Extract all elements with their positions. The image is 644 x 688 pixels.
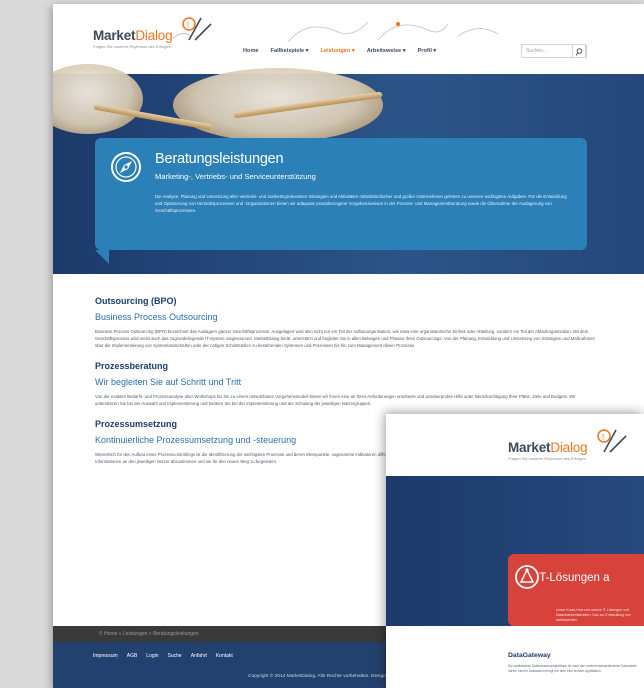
logo-tagline: Fragen Sie unseren Rhythmus des Erfolges… <box>93 44 172 49</box>
overlay-logo-text-part2: Dialog <box>550 440 588 455</box>
services-callout: Beratungsleistungen Marketing-, Vertrieb… <box>95 138 587 264</box>
overlay-header: MarketDialog Fragen Sie unseren Rhythmus… <box>386 414 644 476</box>
main-navigation: Home Fallbeispiele ▾ Leistungen ▾ Arbeit… <box>243 48 436 54</box>
section-text-prozessberatung: Von der exakten Bedarfs- und Prozessanal… <box>95 394 576 406</box>
nav-item-leistungen[interactable]: Leistungen ▾ <box>321 48 355 54</box>
overlay-section-text: Die webbasierte Datenaustauschplattform … <box>508 664 637 673</box>
section-heading-outsourcing: Outsourcing (BPO) <box>95 296 177 306</box>
site-header: MarketDialog Fragen Sie unseren Rhythmus… <box>53 4 644 74</box>
footer-link-kontakt[interactable]: Kontakt <box>216 653 233 659</box>
page-title: Beratungsleistungen <box>155 151 284 167</box>
svg-text:!: ! <box>602 433 604 442</box>
nav-item-fallbeispiele[interactable]: Fallbeispiele ▾ <box>271 48 309 54</box>
section-text-outsourcing: Business Process Outsourcing (BPO) bezei… <box>95 329 595 348</box>
drum-head-image <box>173 68 383 142</box>
overlay-drumsticks-logo-icon: ! <box>597 429 627 453</box>
page-subtitle: Marketing-, Vertriebs- und Serviceunters… <box>155 172 316 181</box>
overlay-drum-image <box>386 476 546 546</box>
overlay-logo-tagline: Fragen Sie unseren Rhythmus des Erfolges… <box>508 456 587 461</box>
decorative-swirl-icon <box>287 21 499 43</box>
nav-item-arbeitsweise[interactable]: Arbeitsweise ▾ <box>367 48 406 54</box>
logo-text: MarketDialog <box>93 28 173 43</box>
copyright-text: Copyright © 2014 MarketDialog. Alle Rech… <box>248 674 386 679</box>
screenshot-canvas: MarketDialog Fragen Sie unseren Rhythmus… <box>0 0 644 688</box>
footer-link-login[interactable]: Login <box>146 653 158 659</box>
search-icon <box>575 48 583 56</box>
breadcrumb-text[interactable]: ⚲ Home » Leistungen » Beratungsleistunge… <box>99 631 199 637</box>
overlay-callout-text: Unser Know-How und unsere IT-Lösungen un… <box>556 608 631 622</box>
drumsticks-logo-icon: ! <box>172 17 212 41</box>
callout-description: Die Analyse, Planung und Umsetzung aller… <box>155 194 567 214</box>
brand-logo[interactable]: MarketDialog Fragen Sie unseren Rhythmus… <box>93 17 212 49</box>
overlay-logo-text-part1: Market <box>508 440 551 455</box>
footer-links: Impressum AGB Login Suche Anfahrt Kontak… <box>93 653 233 659</box>
footer-link-impressum[interactable]: Impressum <box>93 653 118 659</box>
overlay-logo-text: MarketDialog <box>508 440 588 455</box>
footer-link-agb[interactable]: AGB <box>127 653 138 659</box>
overlay-section-heading: DataGateway <box>508 652 551 659</box>
section-subheading-outsourcing: Business Process Outsourcing <box>95 312 218 322</box>
section-subheading-prozessberatung: Wir begleiten Sie auf Schritt und Tritt <box>95 377 242 387</box>
compass-icon <box>111 152 141 182</box>
overlay-brand-logo[interactable]: MarketDialog Fragen Sie unseren Rhythmus… <box>508 429 627 461</box>
overlay-web-page: MarketDialog Fragen Sie unseren Rhythmus… <box>386 414 644 688</box>
drum-cymbal-image <box>53 64 143 134</box>
nav-item-home[interactable]: Home <box>243 48 259 54</box>
search-placeholder: Suchen... <box>526 48 548 54</box>
logo-text-part1: Market <box>93 28 136 43</box>
section-heading-prozessberatung: Prozessberatung <box>95 361 169 371</box>
footer-link-anfahrt[interactable]: Anfahrt <box>191 653 207 659</box>
overlay-page-title: IT-Lösungen a <box>536 572 610 584</box>
nav-item-profil[interactable]: Profil ▾ <box>418 48 437 54</box>
logo-text-part2: Dialog <box>135 28 173 43</box>
search-button[interactable] <box>572 44 586 58</box>
svg-text:!: ! <box>187 21 189 30</box>
footer-link-suche[interactable]: Suche <box>168 653 182 659</box>
